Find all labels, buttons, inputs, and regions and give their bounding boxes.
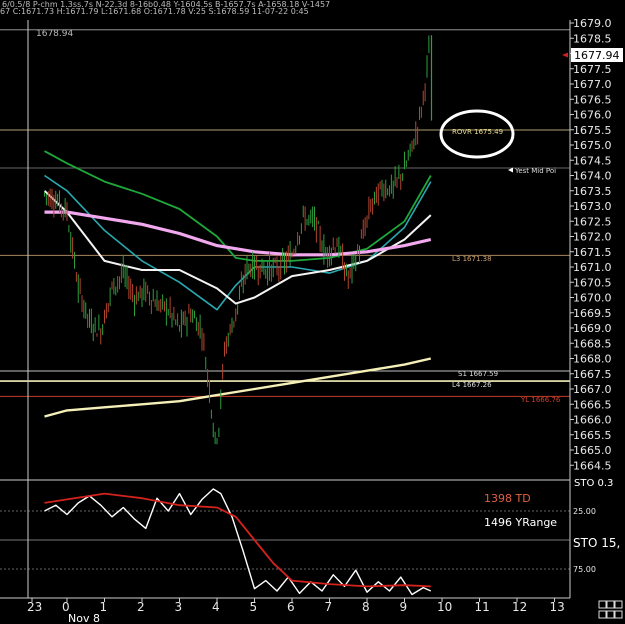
y-tick-label: 1665.0 <box>573 444 612 457</box>
x-tick-label: 3 <box>175 600 183 614</box>
x-tick-label: 7 <box>325 600 333 614</box>
axis-button-3[interactable] <box>614 600 623 609</box>
sto_white-line <box>44 488 432 596</box>
sto-label-td: 1398 TD <box>484 492 531 505</box>
y-tick-label: 1665.5 <box>573 429 612 442</box>
x-tick-label: 5 <box>250 600 258 614</box>
y-tick-label: 1676.5 <box>573 93 612 106</box>
y-tick-label: 1673.0 <box>573 200 612 213</box>
x-tick-label: 23 <box>27 600 42 614</box>
x-tick-label: 2 <box>137 600 145 614</box>
y-tick-label: 1676.0 <box>573 109 612 122</box>
y-tick-label: 1674.0 <box>573 170 612 183</box>
ma_magenta-line <box>44 210 432 257</box>
y-tick-label: 1668.0 <box>573 353 612 366</box>
x-tick-label: 6 <box>287 600 295 614</box>
y-tick-label: 1670.5 <box>573 276 612 289</box>
x-tick-label: 9 <box>400 600 408 614</box>
axis-button-5[interactable] <box>606 610 615 619</box>
chart-canvas: 1679.01678.51678.01677.51677.01676.51676… <box>0 0 623 624</box>
top-price-label: 1678.94 <box>36 29 73 39</box>
axis-buttons <box>598 600 623 619</box>
level-label-yest-mid: Yest Mid Poi <box>514 167 556 175</box>
x-tick-label: 8 <box>362 600 370 614</box>
y-tick-label: 1668.5 <box>573 337 612 350</box>
sto-tick-label: 25.00 <box>573 507 596 516</box>
y-tick-label: 1678.5 <box>573 32 612 45</box>
y-tick-label: 1670.0 <box>573 292 612 305</box>
x-tick-label: 12 <box>512 600 527 614</box>
ma_yellow-line <box>44 357 432 418</box>
sto-top-clip-label: STO 0.3 <box>574 478 613 489</box>
y-tick-label: 1672.0 <box>573 231 612 244</box>
ma_teal-line <box>44 174 432 311</box>
level-label-rovr: ROVR 1675.49 <box>452 128 503 136</box>
level-label-l4: L4 1667.26 <box>452 381 492 389</box>
y-tick-label: 1667.0 <box>573 383 612 396</box>
y-tick-label: 1671.0 <box>573 261 612 274</box>
y-tick-label: 1675.0 <box>573 139 612 152</box>
y-tick-label: 1669.5 <box>573 307 612 320</box>
y-tick-label: 1669.0 <box>573 322 612 335</box>
x-tick-label: 1 <box>100 600 108 614</box>
y-tick-label: 1671.5 <box>573 246 612 259</box>
y-tick-label: 1674.5 <box>573 154 612 167</box>
level-label-l3: L3 1671.38 <box>452 255 492 263</box>
last-price-arrow-icon <box>562 52 568 58</box>
axis-button-1[interactable] <box>598 600 607 609</box>
y-tick-label: 1677.0 <box>573 78 612 91</box>
x-tick-label: 13 <box>550 600 565 614</box>
axis-button-6[interactable] <box>614 610 623 619</box>
y-tick-label: 1667.5 <box>573 368 612 381</box>
y-tick-label: 1675.5 <box>573 124 612 137</box>
x-tick-label: 4 <box>212 600 220 614</box>
last-price-marker: 1677.94 <box>562 48 623 62</box>
y-tick-label: 1679.0 <box>573 17 612 30</box>
header-bar-text: 67 C:1671.73 H:1671.79 L:1671.68 O:1671.… <box>0 7 309 16</box>
sto-label-yrange: 1496 YRange <box>484 516 557 529</box>
y-tick-label: 1673.5 <box>573 185 612 198</box>
y-tick-label: 1677.5 <box>573 63 612 76</box>
axis-button-4[interactable] <box>598 610 607 619</box>
level-label-s1: S1 1667.59 <box>458 370 498 378</box>
y-tick-label: 1664.5 <box>573 459 612 472</box>
axis-button-2[interactable] <box>606 600 615 609</box>
sto-label-sto: STO 15, <box>573 536 620 550</box>
y-tick-label: 1672.5 <box>573 215 612 228</box>
y-tick-label: 1666.5 <box>573 398 612 411</box>
last-price-value: 1677.94 <box>574 49 620 62</box>
x-tick-label: 11 <box>475 600 490 614</box>
sto-tick-label: 75.00 <box>573 565 596 574</box>
date-label: Nov 8 <box>68 612 100 624</box>
level-label-yl: YL 1666.76 <box>520 396 561 404</box>
y-tick-label: 1666.0 <box>573 414 612 427</box>
x-tick-label: 10 <box>437 600 452 614</box>
